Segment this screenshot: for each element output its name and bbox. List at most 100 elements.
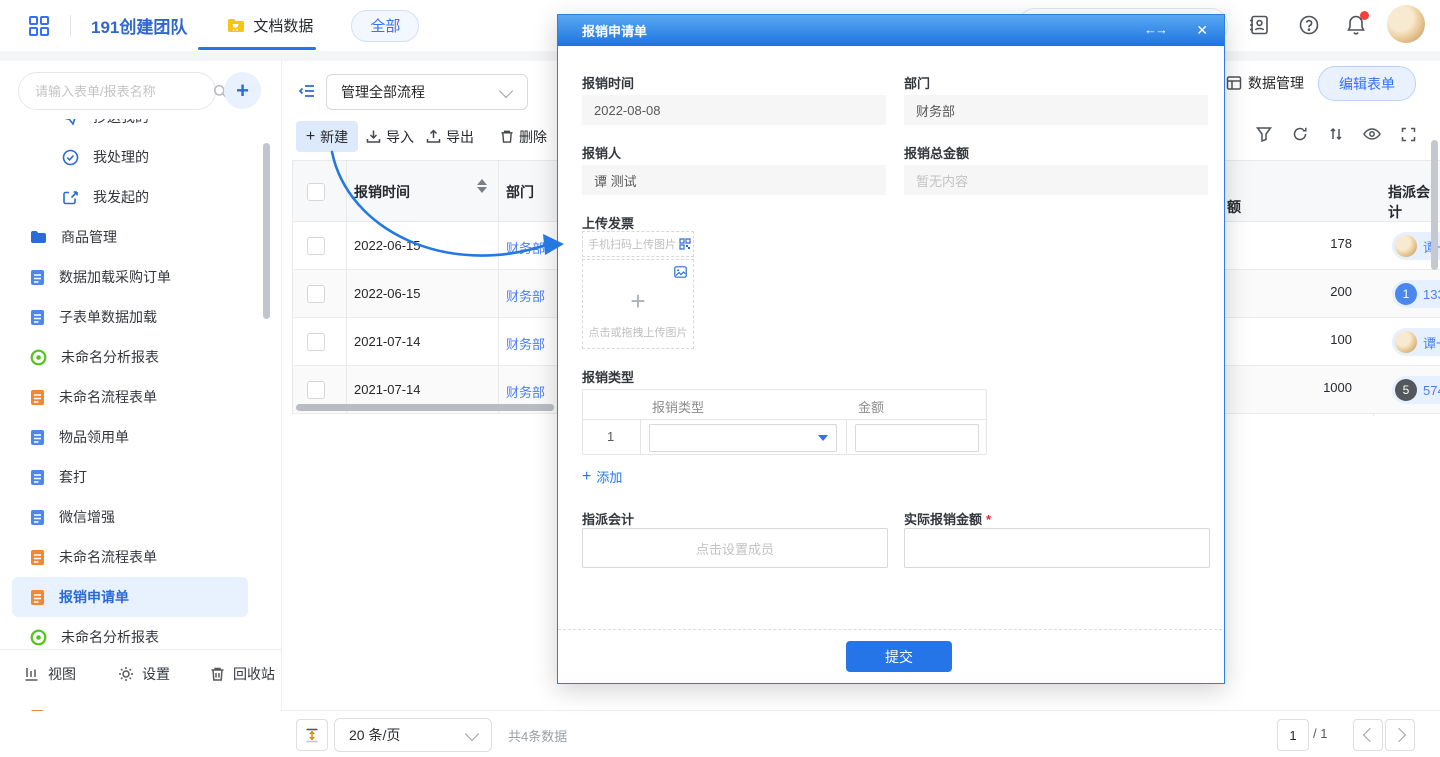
help-icon[interactable] bbox=[1298, 14, 1320, 36]
trash-icon bbox=[500, 129, 514, 144]
column-dept[interactable]: 部门 bbox=[506, 182, 534, 202]
flow-list-icon[interactable] bbox=[298, 82, 316, 100]
prev-page-button[interactable] bbox=[1353, 719, 1383, 751]
row-checkbox[interactable] bbox=[307, 237, 325, 255]
tab-doc-data[interactable]: 文档数据 bbox=[227, 15, 313, 36]
sidebar-item-flow-form[interactable]: 未命名流程表单 bbox=[0, 537, 260, 577]
department-field[interactable]: 财务部 bbox=[904, 95, 1208, 125]
sort-icon[interactable] bbox=[1328, 126, 1344, 142]
sidebar-item-clipped bbox=[0, 697, 260, 711]
delete-button[interactable]: 删除 bbox=[500, 121, 547, 152]
apps-grid-icon[interactable] bbox=[28, 15, 50, 37]
pagination-bar: 20 条/页 共4条数据 1 / 1 bbox=[281, 710, 1440, 757]
filter-icon[interactable] bbox=[1256, 126, 1272, 142]
sidebar-item-initiated-by-me[interactable]: 我发起的 bbox=[0, 177, 260, 217]
sidebar-item-cc-me[interactable]: 抄送我的 bbox=[0, 119, 260, 137]
app-root: 191创建团队 文档数据 全部 bbox=[0, 0, 1440, 757]
team-name[interactable]: 191创建团队 bbox=[91, 13, 187, 38]
add-form-button[interactable]: + bbox=[224, 72, 261, 109]
contacts-icon[interactable] bbox=[1248, 14, 1270, 36]
recycle-bin-button[interactable]: 回收站 bbox=[210, 664, 275, 684]
vertical-scrollbar[interactable] bbox=[1431, 140, 1438, 270]
filter-all-pill[interactable]: 全部 bbox=[351, 10, 419, 42]
edit-form-button[interactable]: 编辑表单 bbox=[1318, 66, 1416, 101]
sidebar-item-report[interactable]: 未命名分析报表 bbox=[0, 337, 260, 377]
flow-select[interactable]: 管理全部流程 bbox=[326, 74, 528, 110]
create-button[interactable]: + 新建 bbox=[296, 121, 358, 152]
sidebar-item-flow-form[interactable]: 未命名流程表单 bbox=[0, 377, 260, 417]
fullscreen-icon[interactable] bbox=[1401, 127, 1416, 142]
row-checkbox[interactable] bbox=[307, 381, 325, 399]
table-row-right[interactable]: 1000 55745 bbox=[1222, 366, 1440, 414]
sidebar-item-product-mgmt[interactable]: 商品管理 bbox=[0, 217, 260, 257]
qr-upload-button[interactable]: 手机扫码上传图片 bbox=[582, 231, 694, 257]
sidebar-scrollbar[interactable] bbox=[263, 143, 270, 319]
data-table-right: 额 指派会计 178 谭一 200 11334 100 谭一 1000 5574… bbox=[1222, 160, 1440, 416]
table-row-right[interactable]: 100 谭一 bbox=[1222, 318, 1440, 366]
assignee-pill[interactable]: 谭一 bbox=[1392, 328, 1440, 356]
column-date[interactable]: 报销时间 bbox=[354, 182, 410, 202]
current-page-box[interactable]: 1 bbox=[1277, 719, 1309, 751]
avatar-badge: 5 bbox=[1395, 379, 1417, 401]
row-number: 1 bbox=[607, 429, 614, 444]
row-checkbox[interactable] bbox=[307, 285, 325, 303]
refresh-icon[interactable] bbox=[1292, 126, 1308, 142]
total-pages: / 1 bbox=[1313, 726, 1327, 741]
add-row-button[interactable]: + 添加 bbox=[582, 467, 622, 486]
sidebar-item-form[interactable]: 物品领用单 bbox=[0, 417, 260, 457]
dept-link[interactable]: 财务部 bbox=[506, 334, 545, 353]
expense-form-modal: 报销申请单 ←→ ✕ 报销时间 2022-08-08 部门 财务部 报销人 谭 … bbox=[557, 14, 1225, 684]
resize-width-icon[interactable]: ←→ bbox=[1144, 22, 1166, 37]
page-size-select[interactable]: 20 条/页 bbox=[334, 718, 492, 752]
expense-time-field[interactable]: 2022-08-08 bbox=[582, 95, 886, 125]
select-all-checkbox[interactable] bbox=[307, 183, 325, 201]
assignee-pill[interactable]: 55745 bbox=[1392, 376, 1440, 404]
notification-bell-icon[interactable] bbox=[1344, 13, 1368, 37]
submit-button[interactable]: 提交 bbox=[846, 641, 952, 672]
table-row-right[interactable]: 178 谭一 bbox=[1222, 222, 1440, 270]
row-height-icon bbox=[305, 728, 319, 743]
sidebar-item-expense-form-selected[interactable]: 报销申请单 bbox=[12, 577, 248, 617]
data-manage-button[interactable]: 数据管理 bbox=[1226, 73, 1304, 93]
total-amount-field[interactable]: 暂无内容 bbox=[904, 165, 1208, 195]
modal-footer-divider bbox=[558, 629, 1222, 630]
active-tab-underline bbox=[198, 47, 316, 50]
image-dropzone[interactable]: + 点击或拖拽上传图片 bbox=[582, 259, 694, 349]
sidebar-item-form[interactable]: 微信增强 bbox=[0, 497, 260, 537]
tab-doc-data-label: 文档数据 bbox=[253, 15, 313, 36]
dept-link[interactable]: 财务部 bbox=[506, 286, 545, 305]
sidebar-item-form[interactable]: 套打 bbox=[0, 457, 260, 497]
horizontal-scrollbar[interactable] bbox=[296, 404, 554, 411]
sidebar-search-input[interactable] bbox=[33, 83, 213, 100]
row-checkbox[interactable] bbox=[307, 333, 325, 351]
export-button[interactable]: 导出 bbox=[426, 121, 474, 152]
user-avatar[interactable] bbox=[1387, 5, 1425, 43]
folder-yellow-icon bbox=[227, 18, 245, 33]
accountant-picker[interactable]: 点击设置成员 bbox=[582, 528, 888, 568]
actual-amount-input[interactable] bbox=[904, 528, 1210, 568]
import-button[interactable]: 导入 bbox=[366, 121, 414, 152]
next-page-button[interactable] bbox=[1385, 719, 1415, 751]
modal-header[interactable]: 报销申请单 ←→ ✕ bbox=[558, 15, 1224, 46]
sidebar-search[interactable] bbox=[18, 72, 216, 110]
expense-time-label: 报销时间 bbox=[582, 73, 634, 92]
settings-button[interactable]: 设置 bbox=[118, 664, 170, 684]
row-height-button[interactable] bbox=[296, 719, 328, 751]
modal-title: 报销申请单 bbox=[582, 21, 647, 40]
sidebar-item-form[interactable]: 子表单数据加载 bbox=[0, 297, 260, 337]
applicant-field[interactable]: 谭 测试 bbox=[582, 165, 886, 195]
amount-input[interactable] bbox=[855, 424, 979, 452]
assignee-pill[interactable]: 11334 bbox=[1392, 280, 1440, 308]
dept-link[interactable]: 财务部 bbox=[506, 238, 545, 257]
sidebar-item-form[interactable]: 数据加载采购订单 bbox=[0, 257, 260, 297]
views-button[interactable]: 视图 bbox=[24, 664, 76, 684]
eye-icon[interactable] bbox=[1363, 127, 1381, 141]
dept-link[interactable]: 财务部 bbox=[506, 382, 545, 401]
type-select[interactable] bbox=[649, 424, 837, 452]
total-amount-label: 报销总金额 bbox=[904, 143, 969, 162]
close-icon[interactable]: ✕ bbox=[1196, 22, 1208, 39]
chevron-down-icon bbox=[499, 84, 513, 98]
table-row-right[interactable]: 200 11334 bbox=[1222, 270, 1440, 318]
column-sort-icon[interactable] bbox=[477, 179, 487, 193]
sidebar-item-processed-by-me[interactable]: 我处理的 bbox=[0, 137, 260, 177]
